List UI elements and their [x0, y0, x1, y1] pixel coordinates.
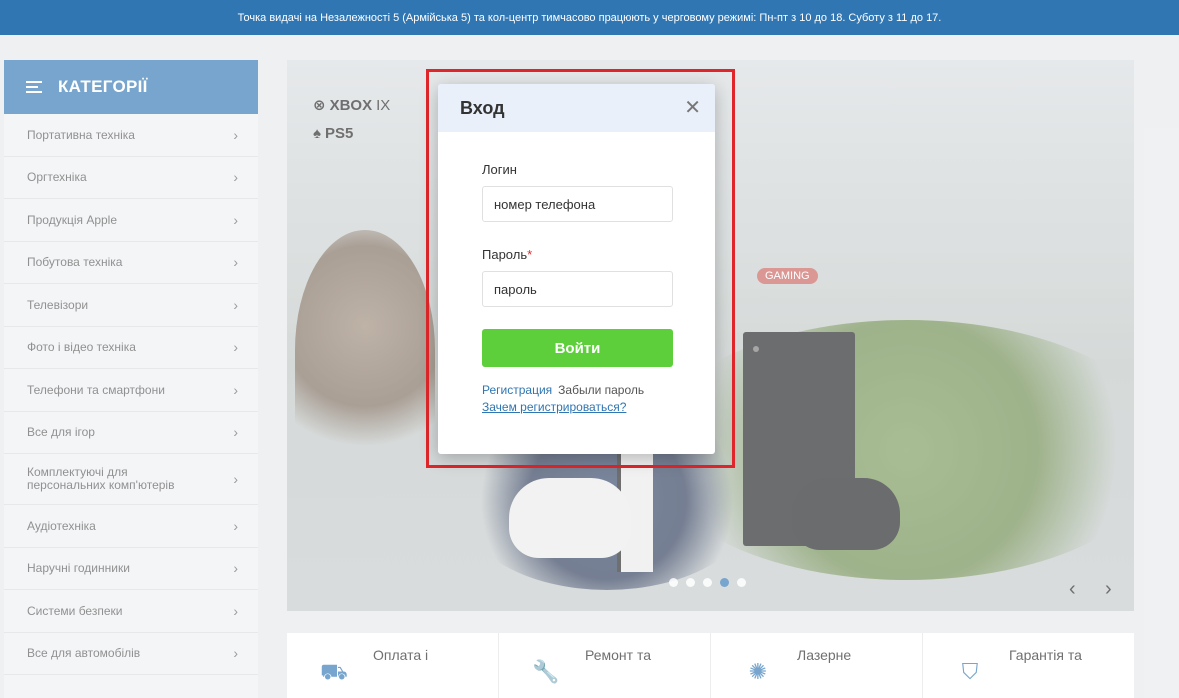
register-link[interactable]: Регистрация — [482, 383, 552, 397]
top-notice-bar: Точка видачі на Незалежності 5 (Армійськ… — [0, 0, 1179, 35]
password-input[interactable] — [482, 271, 673, 307]
forgot-password-link[interactable]: Забыли пароль — [558, 383, 644, 397]
password-label-text: Пароль — [482, 247, 528, 262]
login-links: Регистрация Забыли пароль — [482, 383, 673, 397]
login-label: Логин — [482, 162, 517, 177]
why-register-link[interactable]: Зачем регистрироваться? — [482, 400, 673, 414]
login-input[interactable] — [482, 186, 673, 222]
required-mark: * — [527, 247, 533, 262]
close-icon[interactable]: ✕ — [684, 98, 701, 118]
modal-title: Вход — [460, 97, 505, 118]
password-label: Пароль* — [482, 247, 673, 262]
login-form: Логин Пароль* Войти Регистрация Забыли п… — [438, 132, 715, 414]
top-notice-text: Точка видачі на Незалежності 5 (Армійськ… — [237, 11, 942, 24]
modal-header: Вход ✕ — [438, 84, 715, 132]
login-button[interactable]: Войти — [482, 329, 673, 367]
login-modal: Вход ✕ Логин Пароль* Войти Регистрация З… — [438, 84, 715, 454]
